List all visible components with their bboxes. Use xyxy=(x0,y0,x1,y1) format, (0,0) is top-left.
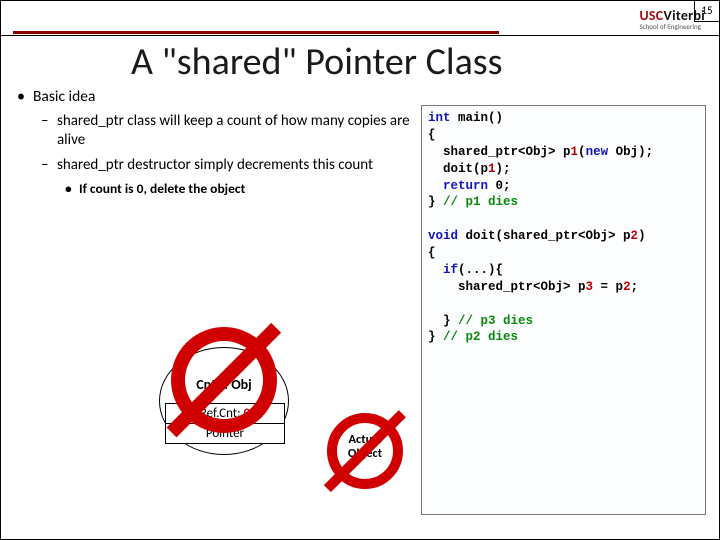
code-kw: void xyxy=(428,229,458,243)
code-text: shared_ptr<Obj> p xyxy=(428,280,586,294)
code-text: ) xyxy=(638,229,646,243)
code-text: ( xyxy=(578,145,586,159)
code-kw: int xyxy=(428,111,451,125)
code-kw: new xyxy=(586,145,609,159)
code-text: = p xyxy=(593,280,623,294)
actual-object-oval: Actual Object xyxy=(329,415,401,483)
code-comment: // p3 dies xyxy=(458,314,533,328)
bullet-body: Basic idea shared_ptr class will keep a … xyxy=(15,87,415,198)
code-text: ); xyxy=(496,162,511,176)
code-text: Obj); xyxy=(608,145,653,159)
code-text xyxy=(428,263,443,277)
code-text xyxy=(428,179,443,193)
code-box: int main() { shared_ptr<Obj> p1(new Obj)… xyxy=(421,105,706,515)
page-number: 15 xyxy=(694,1,719,22)
code-comment: // p1 dies xyxy=(443,195,518,209)
code-text: (...){ xyxy=(458,263,503,277)
bullet-level2-b: shared_ptr destructor simply decrements … xyxy=(15,156,415,175)
code-kw: if xyxy=(443,263,458,277)
code-text: } xyxy=(428,330,443,344)
bullet-level1: Basic idea xyxy=(15,87,415,106)
code-text: { xyxy=(428,246,436,260)
header-rule xyxy=(13,31,499,34)
control-object-rows: Ref.Cnt: 0 Pointer xyxy=(165,403,285,444)
code-text: } xyxy=(428,314,458,328)
code-text: 0; xyxy=(488,179,511,193)
slide: USCViterbi School of Engineering 15 A "s… xyxy=(0,0,720,540)
code-text: ; xyxy=(631,280,639,294)
code-text: doit(p xyxy=(428,162,488,176)
pointer-row: Pointer xyxy=(166,424,284,443)
slide-title: A "shared" Pointer Class xyxy=(131,39,503,85)
code-text: main() xyxy=(451,111,504,125)
code-text: { xyxy=(428,128,436,142)
header: USCViterbi School of Engineering 15 xyxy=(1,1,719,36)
actual-line1: Actual xyxy=(348,432,381,447)
code-num: 2 xyxy=(623,280,631,294)
logo-subtitle: School of Engineering xyxy=(639,22,705,31)
bullet-level2-a: shared_ptr class will keep a count of ho… xyxy=(15,112,415,150)
refcount-value: 0 xyxy=(244,406,251,421)
bullet-level3: If count is 0, delete the object xyxy=(15,181,415,198)
code-text: doit(shared_ptr<Obj> p xyxy=(458,229,631,243)
code-num: 1 xyxy=(571,145,579,159)
refcount-row: Ref.Cnt: 0 xyxy=(166,404,284,424)
code-num: 3 xyxy=(586,280,594,294)
code-kw: return xyxy=(443,179,488,193)
diagram: Cntrl. Obj Ref.Cnt: 0 Pointer Actual Obj… xyxy=(131,321,421,501)
refcount-label: Ref.Cnt: xyxy=(200,406,241,421)
code-num: 1 xyxy=(488,162,496,176)
code-num: 2 xyxy=(631,229,639,243)
control-object-label: Cntrl. Obj xyxy=(160,376,288,393)
actual-line2: Object xyxy=(348,446,382,461)
code-text: } xyxy=(428,195,443,209)
code-comment: // p2 dies xyxy=(443,330,518,344)
code-text: shared_ptr<Obj> p xyxy=(428,145,571,159)
